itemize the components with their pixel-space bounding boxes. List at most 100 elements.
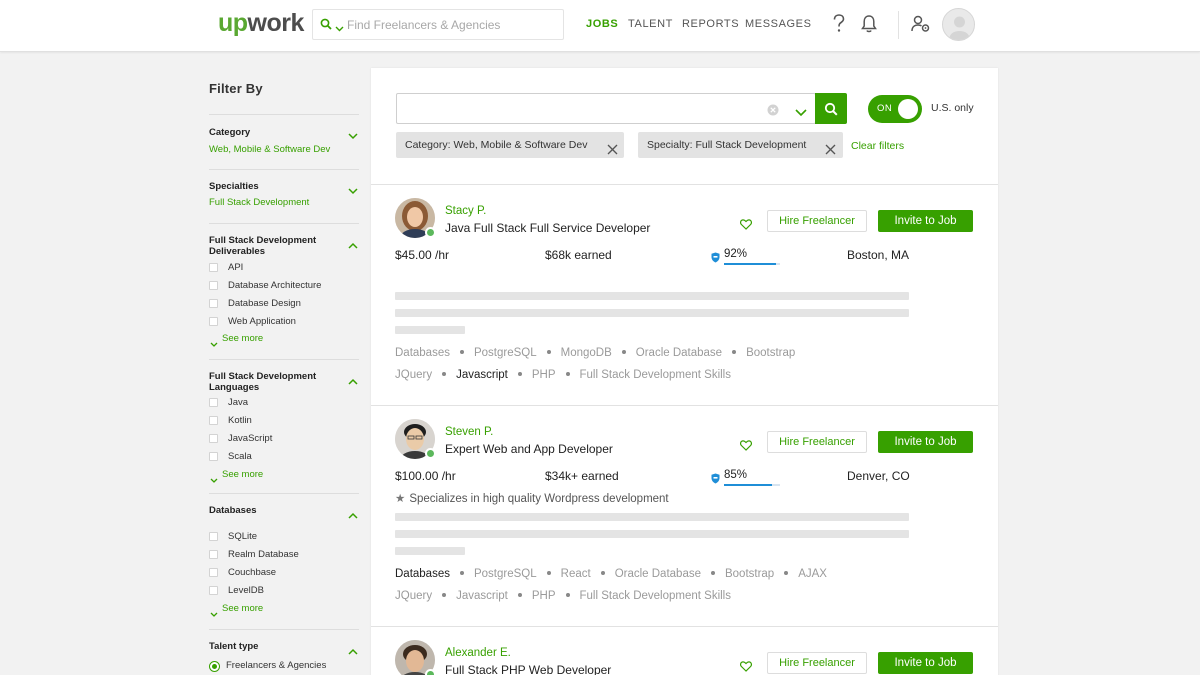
chevron-down-icon[interactable] (348, 127, 358, 145)
specialties-filter-value[interactable]: Full Stack Development (209, 197, 309, 208)
checkbox-realm-database[interactable] (209, 550, 218, 559)
top-header: upwork JOBS TALENT REPORTS MESSAGES (0, 0, 1200, 52)
close-icon[interactable] (825, 139, 836, 165)
close-icon[interactable] (607, 139, 618, 165)
category-filter-title[interactable]: Category (209, 127, 339, 138)
checkbox-api[interactable] (209, 263, 218, 272)
invite-to-job-button[interactable]: Invite to Job (878, 652, 973, 674)
description-placeholder (395, 292, 909, 300)
skill-tag[interactable]: Bootstrap (746, 347, 795, 359)
checkbox-kotlin[interactable] (209, 416, 218, 425)
skill-tag[interactable]: JQuery (395, 590, 432, 602)
checkbox-database-design[interactable] (209, 299, 218, 308)
skill-tag[interactable]: Javascript (456, 590, 508, 602)
nav-talent[interactable]: TALENT (628, 18, 673, 30)
chevron-down-icon[interactable] (795, 104, 807, 122)
heart-icon (740, 219, 752, 230)
talent-type-filter-title[interactable]: Talent type (209, 641, 339, 652)
hire-freelancer-button[interactable]: Hire Freelancer (767, 210, 867, 232)
skill-tag[interactable]: Javascript (456, 369, 508, 381)
checkbox-sqlite[interactable] (209, 532, 218, 541)
freelancer-name[interactable]: Steven P. (445, 426, 493, 438)
skill-tag[interactable]: PostgreSQL (474, 347, 537, 359)
checkbox-database-architecture[interactable] (209, 281, 218, 290)
results-divider (371, 626, 998, 627)
category-filter-value[interactable]: Web, Mobile & Software Dev (209, 144, 330, 155)
chevron-up-icon[interactable] (348, 642, 358, 660)
search-icon[interactable] (320, 17, 332, 35)
freelancer-card[interactable]: Alexander E. Full Stack PHP Web Develope… (371, 628, 998, 675)
nav-messages[interactable]: MESSAGES (745, 18, 812, 30)
skill-tag[interactable]: React (561, 568, 591, 580)
nav-reports[interactable]: REPORTS (682, 18, 739, 30)
save-freelancer-button[interactable] (737, 216, 755, 234)
star-icon: ★ (395, 493, 406, 505)
user-avatar[interactable] (942, 8, 975, 41)
freelancer-name[interactable]: Stacy P. (445, 205, 486, 217)
help-icon[interactable] (832, 14, 846, 39)
freelancer-card[interactable]: Stacy P. Java Full Stack Full Service De… (371, 186, 998, 407)
languages-filter-title[interactable]: Full Stack Development Languages (209, 371, 339, 393)
skill-tag[interactable]: PHP (532, 369, 556, 381)
skill-tag[interactable]: AJAX (798, 568, 827, 580)
invite-to-job-button[interactable]: Invite to Job (878, 210, 973, 232)
checkbox-scala[interactable] (209, 452, 218, 461)
skill-separator (546, 349, 551, 354)
checkbox-java[interactable] (209, 398, 218, 407)
see-more-link[interactable]: See more (222, 469, 263, 480)
talent-search-field[interactable] (396, 93, 816, 124)
description-placeholder (395, 547, 465, 555)
skill-tag[interactable]: Databases (395, 568, 450, 580)
freelancer-title: Full Stack PHP Web Developer (445, 663, 612, 675)
upwork-logo[interactable]: upwork (218, 9, 304, 38)
chevron-up-icon[interactable] (348, 506, 358, 524)
databases-filter-title[interactable]: Databases (209, 505, 339, 516)
freelancer-card[interactable]: Steven P. Expert Web and App Developer H… (371, 407, 998, 628)
skill-tag[interactable]: Full Stack Development Skills (580, 590, 731, 602)
us-only-toggle[interactable]: ON (868, 95, 922, 123)
see-more-link[interactable]: See more (222, 603, 263, 614)
see-more-link[interactable]: See more (222, 333, 263, 344)
chevron-up-icon[interactable] (348, 372, 358, 390)
skill-tag[interactable]: JQuery (395, 369, 432, 381)
global-search[interactable] (312, 9, 564, 40)
checkbox-leveldb[interactable] (209, 586, 218, 595)
specialties-filter-title[interactable]: Specialties (209, 181, 339, 192)
clear-filters-link[interactable]: Clear filters (851, 140, 904, 152)
chevron-up-icon[interactable] (348, 236, 358, 254)
skill-tag[interactable]: PHP (532, 590, 556, 602)
skill-tag[interactable]: MongoDB (561, 347, 612, 359)
skill-tag[interactable]: Oracle Database (636, 347, 722, 359)
skill-separator (459, 570, 464, 575)
clear-search-icon[interactable] (767, 103, 779, 121)
skill-tag[interactable]: Bootstrap (725, 568, 774, 580)
checkbox-couchbase[interactable] (209, 568, 218, 577)
freelancer-name[interactable]: Alexander E. (445, 647, 511, 659)
radio-freelancers-agencies[interactable] (209, 661, 220, 672)
skill-tag[interactable]: Full Stack Development Skills (580, 369, 731, 381)
deliverables-filter-title[interactable]: Full Stack Development Deliverables (209, 235, 339, 257)
bell-icon[interactable] (861, 14, 877, 39)
invite-to-job-button[interactable]: Invite to Job (878, 431, 973, 453)
skill-tag[interactable]: Databases (395, 347, 450, 359)
checkbox-web-application[interactable] (209, 317, 218, 326)
job-success-bar (724, 263, 780, 265)
save-freelancer-button[interactable] (737, 658, 755, 675)
save-freelancer-button[interactable] (737, 437, 755, 455)
skill-separator (600, 570, 605, 575)
chevron-down-icon[interactable] (335, 19, 344, 37)
checkbox-javascript[interactable] (209, 434, 218, 443)
search-button[interactable] (815, 93, 847, 124)
hire-freelancer-button[interactable]: Hire Freelancer (767, 431, 867, 453)
chevron-down-icon[interactable] (348, 182, 358, 200)
chip-label: Category: Web, Mobile & Software Dev (405, 139, 588, 151)
job-success-shield-icon (711, 471, 720, 489)
account-settings-icon[interactable] (911, 15, 931, 38)
hire-freelancer-button[interactable]: Hire Freelancer (767, 652, 867, 674)
skill-tag[interactable]: Oracle Database (615, 568, 701, 580)
nav-jobs[interactable]: JOBS (586, 18, 618, 30)
specialty-text: Specializes in high quality Wordpress de… (409, 493, 669, 505)
freelancer-location: Denver, CO (847, 469, 910, 483)
skill-tag[interactable]: PostgreSQL (474, 568, 537, 580)
global-search-input[interactable] (347, 15, 557, 35)
